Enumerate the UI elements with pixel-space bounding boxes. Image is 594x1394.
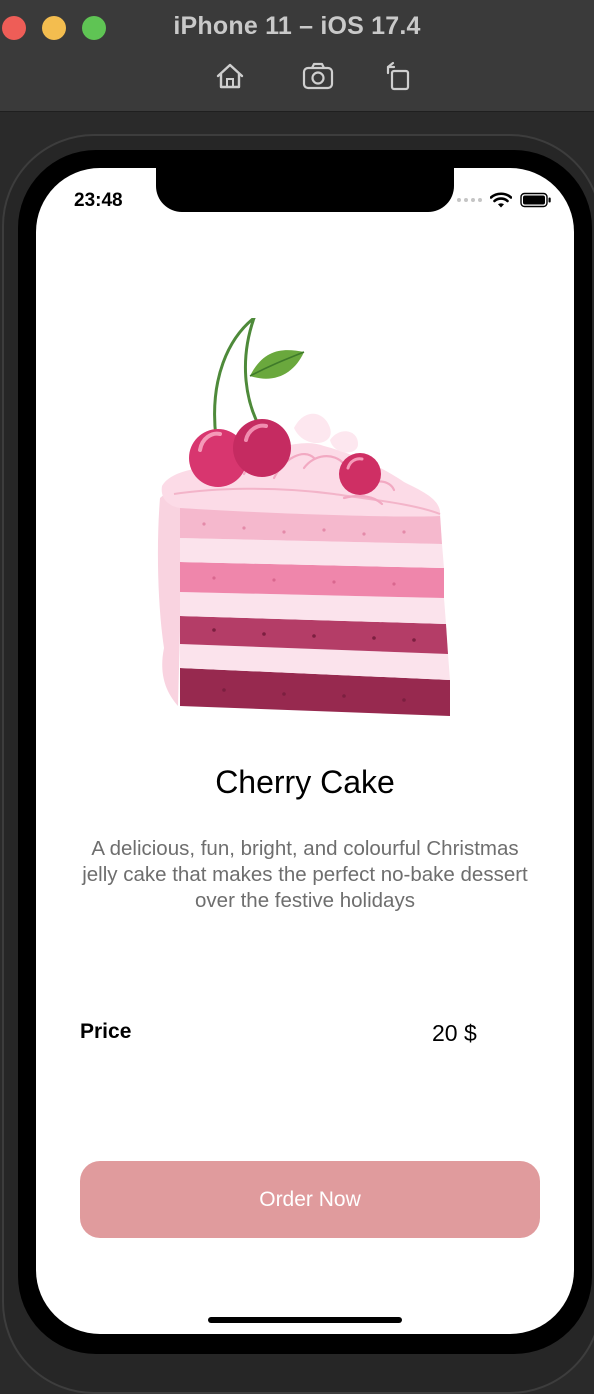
- home-icon: [216, 63, 244, 89]
- battery-icon: [520, 192, 551, 208]
- cherry-cake-illustration: [157, 318, 450, 716]
- price-value: 20 $: [432, 1020, 477, 1046]
- wifi-icon: [490, 192, 512, 208]
- rotate-button[interactable]: [378, 58, 418, 94]
- simulator-title: iPhone 11 – iOS 17.4: [173, 12, 421, 40]
- simulator-titlebar: iPhone 11 – iOS 17.4: [0, 0, 594, 112]
- home-button[interactable]: [210, 58, 250, 94]
- order-now-button[interactable]: Order Now: [80, 1161, 540, 1238]
- home-indicator[interactable]: [208, 1317, 402, 1323]
- status-time: 23:48: [74, 190, 123, 211]
- screenshot-icon: [302, 62, 334, 90]
- signal-icon: [457, 198, 482, 202]
- device-notch: [156, 168, 454, 212]
- screenshot-button[interactable]: [299, 58, 339, 94]
- status-icons: [457, 192, 552, 208]
- product-description: A delicious, fun, bright, and colourful …: [82, 837, 528, 912]
- app-screen: 23:48 Cherry Cake A delicious, fun, brig…: [36, 168, 574, 1334]
- product-title: Cherry Cake: [215, 764, 395, 800]
- rotate-icon: [386, 61, 410, 91]
- price-label: Price: [80, 1020, 132, 1043]
